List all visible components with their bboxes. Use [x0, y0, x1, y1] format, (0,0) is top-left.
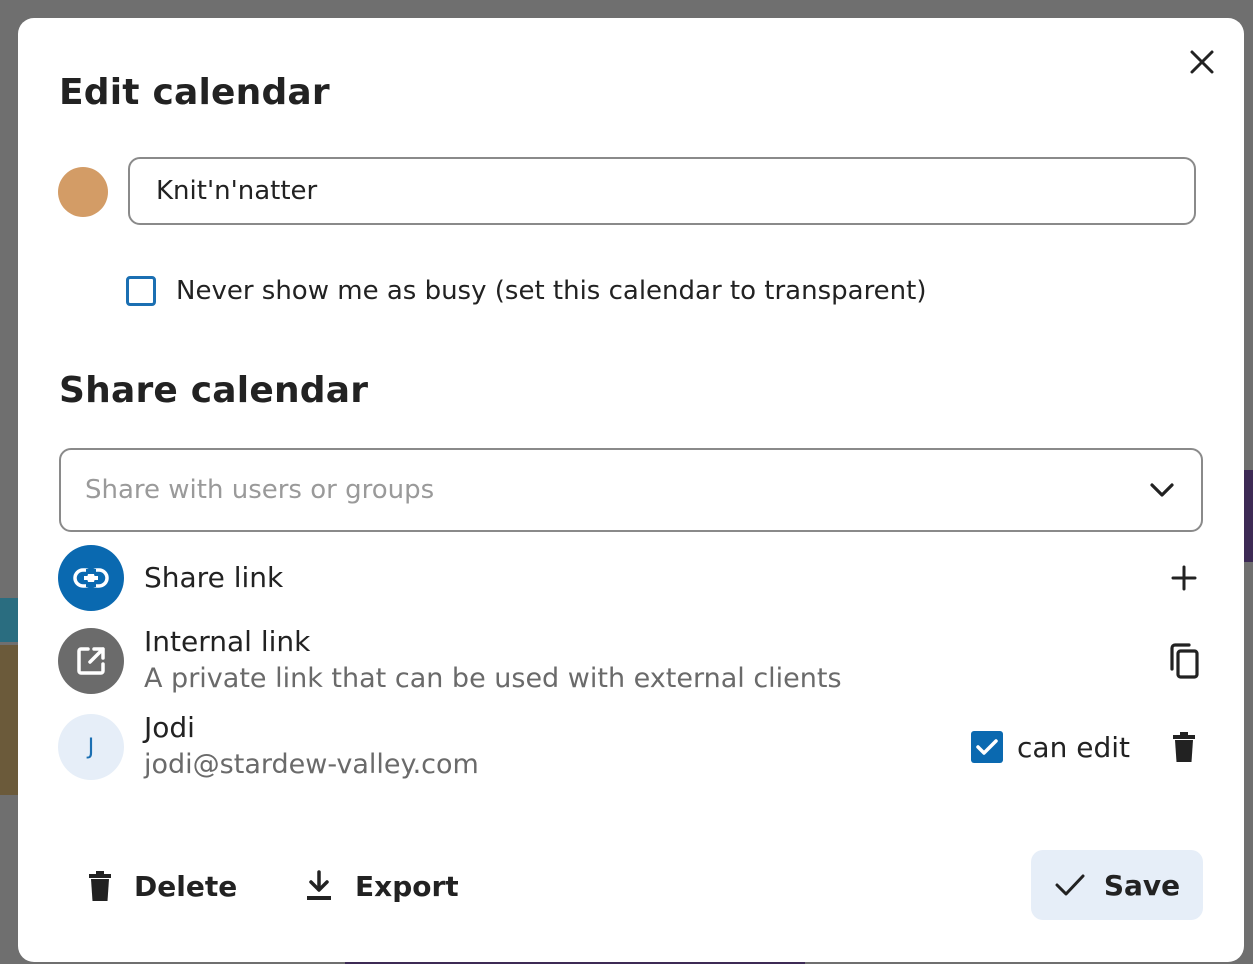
checkmark-icon	[976, 739, 998, 755]
trash-icon	[88, 870, 112, 902]
share-search-placeholder: Share with users or groups	[85, 475, 435, 505]
link-icon	[58, 545, 124, 611]
chevron-down-icon[interactable]	[1147, 475, 1177, 505]
share-search-select[interactable]: Share with users or groups	[59, 448, 1203, 532]
trash-icon	[1173, 732, 1195, 762]
add-share-link-button[interactable]	[1164, 558, 1204, 598]
transparent-checkbox[interactable]	[126, 276, 156, 306]
internal-link-label: Internal link	[144, 625, 311, 658]
edit-calendar-dialog: Edit calendar Never show me as busy (set…	[18, 18, 1244, 962]
copy-icon	[1170, 643, 1199, 679]
avatar: J	[58, 714, 124, 780]
copy-internal-link-button[interactable]	[1164, 641, 1204, 681]
share-link-label: Share link	[144, 561, 284, 594]
can-edit-checkbox[interactable]	[971, 731, 1004, 763]
export-label: Export	[355, 869, 459, 903]
save-label: Save	[1103, 868, 1181, 902]
background-app-strip	[0, 598, 20, 642]
plus-icon	[1171, 565, 1197, 591]
close-icon	[1190, 50, 1214, 74]
transparent-checkbox-label: Never show me as busy (set this calendar…	[176, 276, 927, 306]
share-link-row: Share link	[58, 545, 1204, 611]
can-edit-toggle[interactable]: can edit	[971, 731, 1164, 764]
transparent-checkbox-row[interactable]: Never show me as busy (set this calendar…	[126, 276, 927, 306]
background-app-strip	[0, 645, 20, 795]
dialog-title: Edit calendar	[59, 72, 330, 113]
remove-share-button[interactable]	[1164, 727, 1204, 767]
download-icon	[305, 870, 333, 902]
calendar-name-input[interactable]	[128, 157, 1196, 225]
delete-label: Delete	[134, 869, 238, 903]
internal-link-description: A private link that can be used with ext…	[144, 663, 842, 694]
delete-button[interactable]: Delete	[88, 866, 237, 906]
can-edit-label: can edit	[1017, 730, 1130, 764]
export-button[interactable]: Export	[305, 866, 459, 906]
close-button[interactable]	[1185, 45, 1219, 79]
calendar-color-picker[interactable]	[58, 167, 108, 217]
share-section-title: Share calendar	[59, 370, 369, 411]
shared-user-row: J Jodi jodi@stardew-valley.com can edit	[58, 710, 1204, 784]
shared-user-email: jodi@stardew-valley.com	[144, 749, 479, 780]
save-button[interactable]: Save	[1031, 850, 1203, 920]
shared-user-name: Jodi	[144, 711, 195, 744]
external-link-icon	[58, 628, 124, 694]
internal-link-row: Internal link A private link that can be…	[58, 624, 1204, 698]
checkmark-icon	[1054, 872, 1086, 898]
